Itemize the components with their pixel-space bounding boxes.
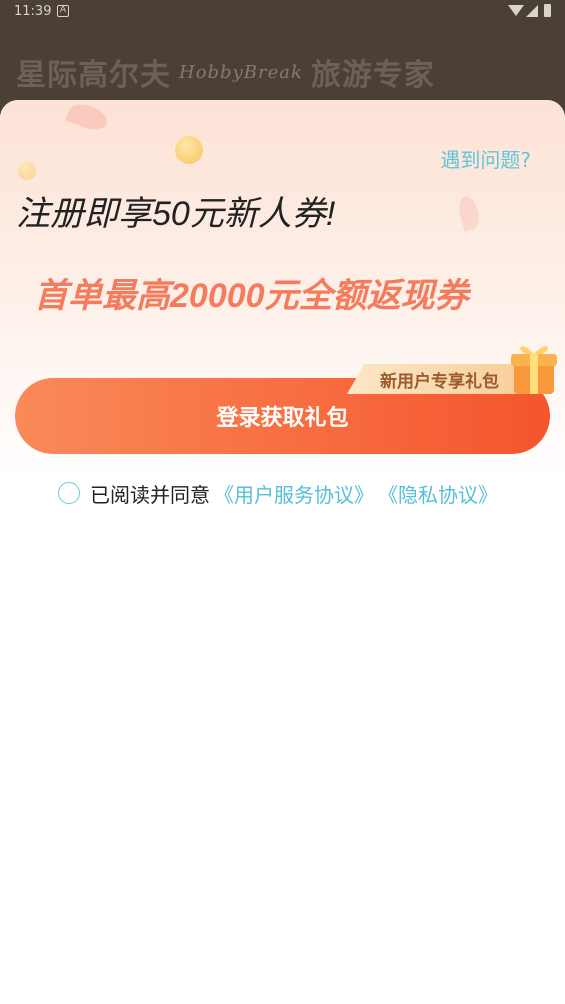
privacy-agreement-link[interactable]: 《隐私协议》 xyxy=(378,479,498,508)
subline: 首单最高20000元全额返现券 xyxy=(34,277,469,315)
signal-icon xyxy=(526,5,538,17)
user-agreement-link[interactable]: 《用户服务协议》 xyxy=(214,479,374,508)
status-bar: 11:39 A xyxy=(0,0,565,26)
gift-tag: 新用户专享礼包 xyxy=(347,364,522,394)
brand-logo: 星际高尔夫 HobbyBreak 旅游专家 xyxy=(16,50,435,94)
headline: 注册即享50元新人券! xyxy=(16,195,336,233)
notification-icon: A xyxy=(57,5,69,17)
battery-icon xyxy=(544,4,551,17)
gift-box-icon xyxy=(511,346,557,394)
decor-petal xyxy=(65,100,111,135)
decor-coin xyxy=(175,136,203,164)
wifi-icon xyxy=(508,5,524,16)
agreement-prefix: 已阅读并同意 xyxy=(90,482,210,507)
status-time: 11:39 xyxy=(14,4,52,19)
agreement-checkbox[interactable] xyxy=(58,482,80,504)
help-link[interactable]: 遇到问题? xyxy=(440,144,531,173)
brand-script: HobbyBreak xyxy=(179,61,303,83)
agreement-row: 已阅读并同意 《用户服务协议》 《隐私协议》 xyxy=(58,479,498,508)
brand-tagline: 旅游专家 xyxy=(310,58,435,93)
brand-name: 星际高尔夫 xyxy=(16,58,171,93)
decor-coin xyxy=(18,162,36,180)
login-sheet: 遇到问题? 注册即享50元新人券! 首单最高20000元全额返现券 登录获取礼包… xyxy=(0,100,565,1004)
decor-petal xyxy=(455,194,483,232)
